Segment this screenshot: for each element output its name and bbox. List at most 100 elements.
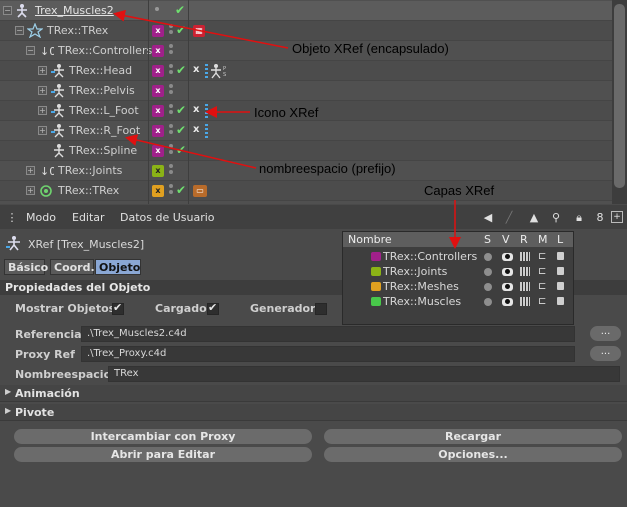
up-arrow-icon[interactable]: ▲ [527, 211, 541, 225]
solo-icon[interactable] [484, 283, 492, 291]
layer-row[interactable]: TRex::Meshes ⊏ [343, 279, 573, 294]
search-icon[interactable]: ⚲ [549, 211, 563, 225]
render-icon[interactable] [520, 282, 530, 291]
ik-tag-icon[interactable]: PS [209, 63, 229, 79]
layer-tag-icon[interactable]: x [152, 185, 164, 197]
expand-icon[interactable]: + [38, 106, 47, 115]
eye-icon[interactable] [502, 253, 513, 261]
xref-tag-icon[interactable]: x [193, 64, 208, 78]
menu-datos-usuario[interactable]: Datos de Usuario [120, 211, 215, 224]
layer-tag-icon[interactable]: x [152, 25, 164, 37]
abrir-editar-button[interactable]: Abrir para Editar [14, 447, 312, 462]
object-row[interactable]: − TRex::TRex x ✔ ▦ [0, 21, 612, 41]
generador-checkbox[interactable] [315, 303, 327, 315]
layer-tag-icon[interactable]: x [152, 105, 164, 117]
layer-tag-icon[interactable]: x [152, 165, 164, 177]
object-name: TRex::TRex [58, 184, 120, 197]
proxy-browse-button[interactable]: ... [590, 346, 621, 361]
layer-tag-icon[interactable]: x [152, 145, 164, 157]
layer-tag-icon[interactable]: x [152, 65, 164, 77]
manager-icon[interactable]: ⊏ [538, 281, 546, 292]
expand-icon[interactable]: + [38, 86, 47, 95]
grip-icon[interactable]: ⋮ [5, 211, 19, 225]
object-row[interactable]: + TRex::Head x ✔ x PS [0, 61, 612, 81]
proxy-ref-field[interactable]: .\Trex_Proxy.c4d [81, 346, 575, 362]
xref-tag-icon[interactable]: x [193, 124, 208, 138]
enabled-check-icon[interactable]: ✔ [176, 23, 186, 37]
opciones-button[interactable]: Opciones... [324, 447, 622, 462]
intercambiar-proxy-button[interactable]: Intercambiar con Proxy [14, 429, 312, 444]
nombreespacio-field[interactable]: TRex [108, 366, 620, 382]
object-name: TRex::L_Foot [69, 104, 139, 117]
manager-icon[interactable]: ⊏ [538, 251, 546, 262]
manager-icon[interactable]: ⊏ [538, 266, 546, 277]
object-row[interactable]: + TRex::R_Foot x ✔ x [0, 121, 612, 141]
referencia-browse-button[interactable]: ... [590, 326, 621, 341]
layer-tag-icon[interactable]: x [152, 85, 164, 97]
recargar-button[interactable]: Recargar [324, 429, 622, 444]
eye-icon[interactable] [502, 268, 513, 276]
object-title: XRef [Trex_Muscles2] [28, 238, 145, 251]
scrollbar-thumb[interactable] [614, 4, 625, 188]
menu-modo[interactable]: Modo [26, 211, 56, 224]
layer-color-swatch[interactable] [371, 282, 381, 291]
cargado-checkbox[interactable] [207, 301, 219, 315]
tab-coord[interactable]: Coord. [50, 259, 95, 275]
layer-row[interactable]: TRex::Joints ⊏ [343, 264, 573, 279]
lock-icon[interactable] [557, 282, 564, 290]
object-row[interactable]: + TRex::Pelvis x [0, 81, 612, 101]
solo-icon[interactable] [484, 298, 492, 306]
referencia-field[interactable]: .\Trex_Muscles2.c4d [81, 326, 575, 342]
xref-tag-icon[interactable]: x [193, 104, 208, 118]
nombreespacio-label: Nombreespacio [15, 368, 112, 381]
forward-arrow-icon[interactable]: ╱ [502, 211, 516, 225]
enabled-check-icon[interactable]: ✔ [176, 63, 186, 77]
mostrar-objetos-checkbox[interactable] [112, 301, 124, 315]
expand-icon[interactable]: + [26, 186, 35, 195]
eye-icon[interactable] [502, 283, 513, 291]
eye-icon[interactable] [502, 298, 513, 306]
animacion-group[interactable]: ▶ Animación [0, 385, 627, 402]
pivote-group[interactable]: ▶ Pivote [0, 404, 627, 421]
enabled-check-icon[interactable]: ✔ [176, 103, 186, 117]
expand-icon[interactable]: + [38, 126, 47, 135]
lock-icon[interactable] [557, 252, 564, 260]
solo-icon[interactable] [484, 253, 492, 261]
collapse-icon[interactable]: − [3, 6, 12, 15]
object-row[interactable]: − Trex_Muscles2 ✔ [0, 1, 612, 21]
settings-icon[interactable]: 8 [593, 211, 607, 225]
enabled-check-icon[interactable]: ✔ [176, 123, 186, 137]
lock-icon[interactable] [557, 267, 564, 275]
enabled-check-icon[interactable]: ✔ [176, 143, 186, 157]
collapse-icon[interactable]: − [15, 26, 24, 35]
render-icon[interactable] [520, 267, 530, 276]
object-row[interactable]: TRex::Spline x ✔ [0, 141, 612, 161]
back-arrow-icon[interactable]: ◀ [481, 211, 495, 225]
lock-icon[interactable] [557, 297, 564, 305]
manager-icon[interactable]: ⊏ [538, 296, 546, 307]
texture-tag-icon[interactable]: ▦ [193, 25, 205, 37]
render-icon[interactable] [520, 252, 530, 261]
layer-color-swatch[interactable] [371, 252, 381, 261]
layer-tag-icon[interactable]: x [152, 45, 164, 57]
layer-color-swatch[interactable] [371, 267, 381, 276]
tab-objeto[interactable]: Objeto [95, 259, 141, 275]
enabled-check-icon[interactable]: ✔ [175, 3, 185, 17]
object-row[interactable]: + TRex::TRex x ✔ ▭ [0, 181, 612, 201]
layer-tag-icon[interactable]: x [152, 125, 164, 137]
collapse-icon[interactable]: − [26, 46, 35, 55]
new-panel-icon[interactable]: + [611, 211, 623, 223]
layer-row[interactable]: TRex::Muscles ⊏ [343, 294, 573, 309]
layer-row[interactable]: TRex::Controllers ⊏ [343, 249, 573, 264]
xref-object-icon [17, 4, 27, 18]
tab-basico[interactable]: Básico [4, 259, 48, 275]
enabled-check-icon[interactable]: ✔ [176, 183, 186, 197]
solo-icon[interactable] [484, 268, 492, 276]
expand-icon[interactable]: + [38, 66, 47, 75]
expand-icon[interactable]: + [26, 166, 35, 175]
material-tag-icon[interactable]: ▭ [193, 185, 207, 197]
render-icon[interactable] [520, 297, 530, 306]
lock-icon[interactable]: 🔒︎ [572, 211, 586, 225]
layer-color-swatch[interactable] [371, 297, 381, 306]
menu-editar[interactable]: Editar [72, 211, 105, 224]
